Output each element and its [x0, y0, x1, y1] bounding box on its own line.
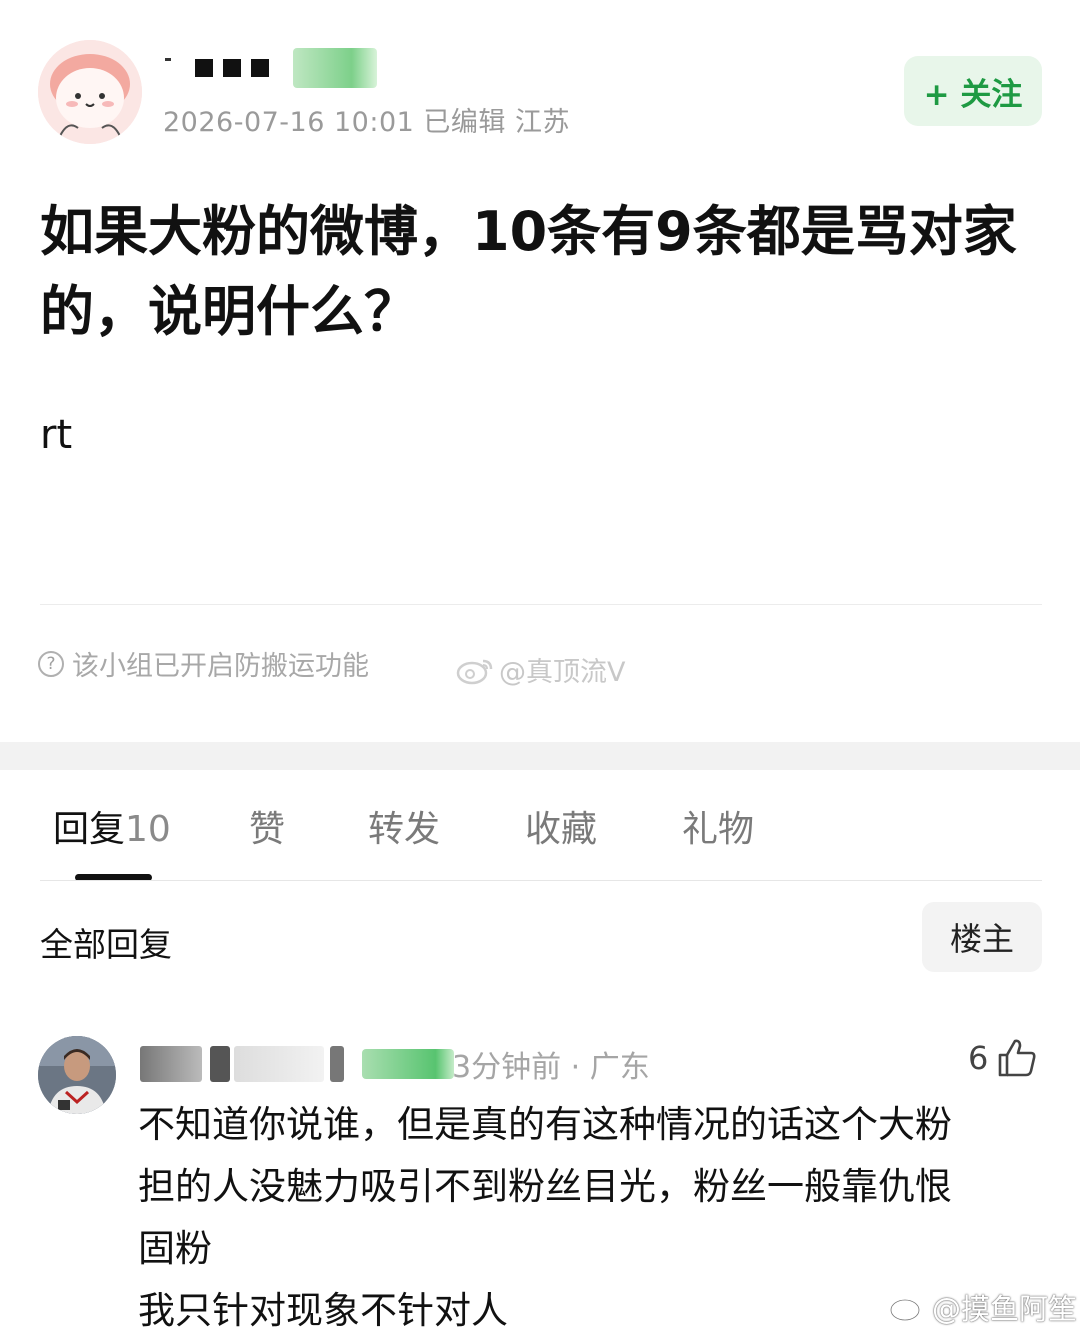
avatar-illustration-icon [38, 40, 142, 144]
redaction-mark [165, 57, 171, 61]
reply-line: 担的人没魅力吸引不到粉丝目光，粉丝一般靠仇恨 [138, 1165, 952, 1208]
footer-watermark: @摸鱼阿笙 [888, 1286, 1077, 1328]
user-badge [362, 1049, 454, 1079]
post-title: 如果大粉的微博，10条有9条都是骂对家 的，说明什么？ [40, 192, 1050, 352]
avatar[interactable] [38, 1036, 116, 1114]
tab-favorites[interactable]: 收藏 [525, 800, 597, 852]
avatar[interactable] [38, 40, 142, 144]
weibo-logo-icon [456, 659, 493, 684]
section-separator [0, 742, 1080, 770]
post-header: 2026-07-16 10:01 已编辑 江苏 + 关注 [0, 0, 1080, 170]
redaction-block [223, 59, 241, 77]
post-meta: 2026-07-16 10:01 已编辑 江苏 [163, 107, 570, 138]
weibo-logo-icon [889, 1296, 926, 1322]
watermark: @真顶流V [455, 650, 625, 689]
post-body: rt [40, 412, 73, 458]
blurred-name [234, 1046, 324, 1082]
reply-username-redacted[interactable] [140, 1042, 454, 1086]
like-count: 6 [968, 1039, 989, 1077]
divider [40, 880, 1042, 881]
like-button[interactable]: 6 [968, 1038, 1038, 1078]
reply-meta: 3分钟前 · 广东 [452, 1050, 650, 1085]
username-redacted[interactable] [165, 46, 377, 90]
all-replies-heading: 全部回复 [40, 925, 172, 964]
thumbs-up-icon [999, 1039, 1036, 1077]
tab-gifts[interactable]: 礼物 [682, 800, 754, 852]
reply-line: 固粉 [138, 1227, 212, 1270]
post-title-line: 的，说明什么？ [40, 280, 418, 343]
follow-button[interactable]: + 关注 [904, 56, 1042, 126]
watermark-text: @摸鱼阿笙 [932, 1292, 1078, 1326]
user-badge [293, 48, 377, 88]
divider [40, 604, 1042, 605]
notice-text: 该小组已开启防搬运功能 [72, 651, 369, 682]
tab-replies[interactable]: 回复10 [53, 800, 171, 852]
blurred-name [210, 1046, 230, 1082]
blurred-name [330, 1046, 344, 1082]
watermark-text: @真顶流V [499, 657, 626, 688]
redaction-block [195, 59, 213, 77]
tab-likes[interactable]: 赞 [249, 800, 285, 852]
reply-line: 不知道你说谁，但是真的有这种情况的话这个大粉 [138, 1103, 952, 1146]
tab-reposts[interactable]: 转发 [368, 800, 440, 852]
redaction-block [251, 59, 269, 77]
tab-bar: 回复10 赞 转发 收藏 礼物 [0, 800, 1080, 880]
avatar-photo-icon [38, 1036, 116, 1114]
post-title-line: 如果大粉的微博，10条有9条都是骂对家 [40, 200, 1017, 263]
blurred-name [140, 1046, 202, 1082]
op-only-filter-button[interactable]: 楼主 [922, 902, 1042, 972]
tab-count: 10 [125, 809, 171, 850]
help-circle-icon: ? [38, 650, 64, 677]
tab-label: 回复 [53, 809, 126, 850]
anti-repost-notice: ? 该小组已开启防搬运功能 [38, 644, 369, 683]
